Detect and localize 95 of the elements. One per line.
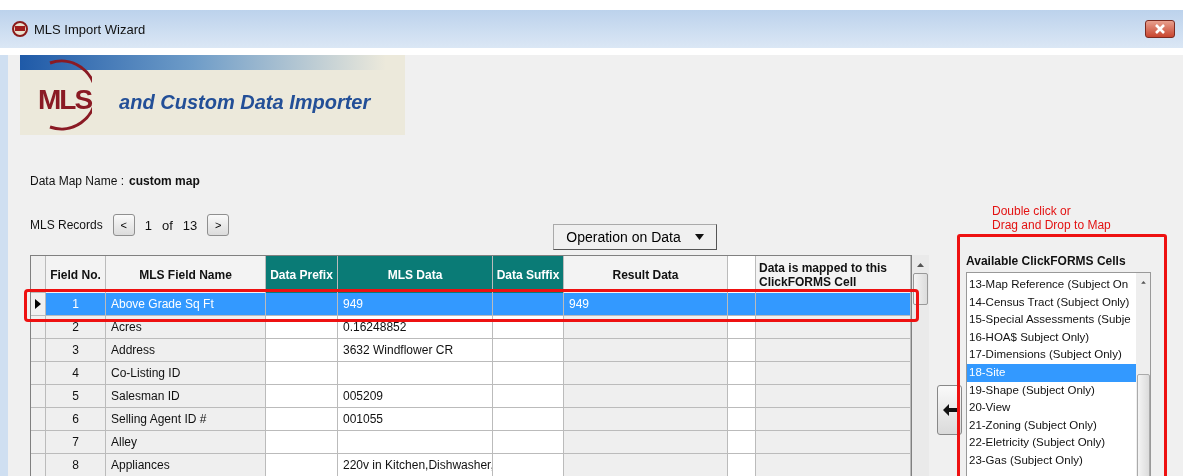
table-cell: Alley xyxy=(106,431,266,454)
scrollbar[interactable] xyxy=(912,255,929,476)
caret-icon xyxy=(694,234,704,240)
table-cell xyxy=(728,454,756,476)
close-icon xyxy=(1154,24,1166,34)
list-item[interactable]: 14-Census Tract (Subject Only) xyxy=(967,293,1136,312)
column-header xyxy=(728,256,756,293)
data-map-name: custom map xyxy=(129,174,200,188)
previous-button[interactable]: < xyxy=(112,214,135,236)
table-cell xyxy=(266,385,338,408)
table-cell: 949 xyxy=(564,293,728,316)
table-row[interactable]: 4 Co-Listing ID xyxy=(31,362,911,385)
list-item[interactable]: 22-Eletricity (Subject Only) xyxy=(967,434,1136,452)
list-item[interactable]: 20-View xyxy=(967,399,1136,417)
table-cell xyxy=(493,339,564,362)
table-row[interactable]: 6 Selling Agent ID # 001055 xyxy=(31,408,911,431)
table-cell: Salesman ID xyxy=(106,385,266,408)
table-cell xyxy=(266,362,338,385)
table-cell: Address xyxy=(106,339,266,362)
table-cell xyxy=(493,408,564,431)
table-cell xyxy=(728,316,756,339)
table-cell: 4 xyxy=(46,362,106,385)
table-cell: 001055 xyxy=(338,408,493,431)
table-cell: 949 xyxy=(338,293,493,316)
window-title: MLS Import Wizard xyxy=(34,21,146,37)
list-item[interactable]: 15-Special Assessments (Subje xyxy=(967,311,1136,329)
app-icon xyxy=(12,21,28,37)
table-cell: 0.16248852 xyxy=(338,316,493,339)
of-label: of xyxy=(161,217,173,233)
column-header[interactable]: MLS Data xyxy=(338,256,493,293)
table-cell xyxy=(728,339,756,362)
row-pointer-icon xyxy=(35,299,41,309)
table-cell: 2 xyxy=(46,316,106,339)
next-button[interactable]: > xyxy=(207,214,230,236)
table-cell: 1 xyxy=(46,293,106,316)
table-cell: Co-Listing ID xyxy=(106,362,266,385)
table-cell xyxy=(266,316,338,339)
list-item[interactable]: 23-Gas (Subject Only) xyxy=(967,451,1136,470)
list-item[interactable]: 17-Dimensions (Subject Only) xyxy=(967,346,1136,364)
column-header[interactable]: Data is mapped to this ClickFORMS Cell xyxy=(756,256,911,293)
table-cell xyxy=(728,293,756,316)
table-cell: 6 xyxy=(46,408,106,431)
table-cell xyxy=(493,431,564,454)
table-cell xyxy=(493,362,564,385)
data-map-label: Data Map Name : xyxy=(30,174,125,188)
table-cell: Above Grade Sq Ft xyxy=(106,293,266,316)
left-arrow-icon xyxy=(942,404,957,416)
table-cell xyxy=(266,339,338,362)
table-row[interactable]: 5 Salesman ID 005209 xyxy=(31,385,911,408)
column-header[interactable]: Data Suffix xyxy=(493,256,564,293)
table-cell xyxy=(266,293,338,316)
table-cell xyxy=(493,293,564,316)
scrollbar[interactable] xyxy=(1136,273,1150,476)
current-record: 1 xyxy=(144,217,152,233)
close-button[interactable] xyxy=(1145,20,1175,38)
hint-text: Double click or xyxy=(992,204,1071,218)
table-cell: Selling Agent ID # xyxy=(106,408,266,431)
banner-subtitle: and Custom Data Importer xyxy=(119,90,371,114)
table-cell xyxy=(493,316,564,339)
list-item[interactable]: 21-Zoning (Subject Only) xyxy=(967,416,1136,435)
list-item[interactable]: 16-HOA$ Subject Only) xyxy=(967,328,1136,347)
table-row[interactable]: 7 Alley xyxy=(31,431,911,454)
table-cell: 005209 xyxy=(338,385,493,408)
records-label: MLS Records xyxy=(30,218,103,232)
list-item[interactable]: 13-Map Reference (Subject On xyxy=(967,276,1136,294)
table-cell: 220v in Kitchen,Dishwasher, xyxy=(338,454,493,476)
row-header[interactable] xyxy=(31,293,46,316)
operation-dropdown[interactable]: Operation on Data xyxy=(553,224,717,250)
table-cell xyxy=(728,362,756,385)
table-cell xyxy=(728,408,756,431)
scroll-thumb[interactable] xyxy=(1136,373,1150,476)
table-cell xyxy=(493,385,564,408)
scroll-up-icon[interactable] xyxy=(917,263,924,267)
list-title: Available ClickFORMS Cells xyxy=(966,254,1127,270)
column-header[interactable]: Data Prefix xyxy=(266,256,338,293)
table-row[interactable]: 2 Acres 0.16248852 xyxy=(31,316,911,339)
table-cell xyxy=(266,431,338,454)
table-cell xyxy=(266,454,338,476)
table-cell: 5 xyxy=(46,385,106,408)
scroll-up-icon[interactable] xyxy=(1139,281,1147,284)
table-cell xyxy=(493,454,564,476)
table-cell: Acres xyxy=(106,316,266,339)
logo-text: MLS xyxy=(38,84,92,116)
table-row[interactable]: 3 Address 3632 Windflower CR xyxy=(31,339,911,362)
table-cell xyxy=(728,431,756,454)
table-cell: 7 xyxy=(46,431,106,454)
scroll-thumb[interactable] xyxy=(913,273,928,305)
hint-text: Drag and Drop to Map xyxy=(992,218,1111,232)
list-item[interactable]: 19-Shape (Subject Only) xyxy=(967,381,1136,400)
table-cell xyxy=(266,408,338,431)
table-cell: 3 xyxy=(46,339,106,362)
table-row[interactable]: 8 Appliances 220v in Kitchen,Dishwasher, xyxy=(31,454,911,476)
table-cell xyxy=(728,385,756,408)
table-cell: 3632 Windflower CR xyxy=(338,339,493,362)
record-count: 13 xyxy=(182,217,198,233)
